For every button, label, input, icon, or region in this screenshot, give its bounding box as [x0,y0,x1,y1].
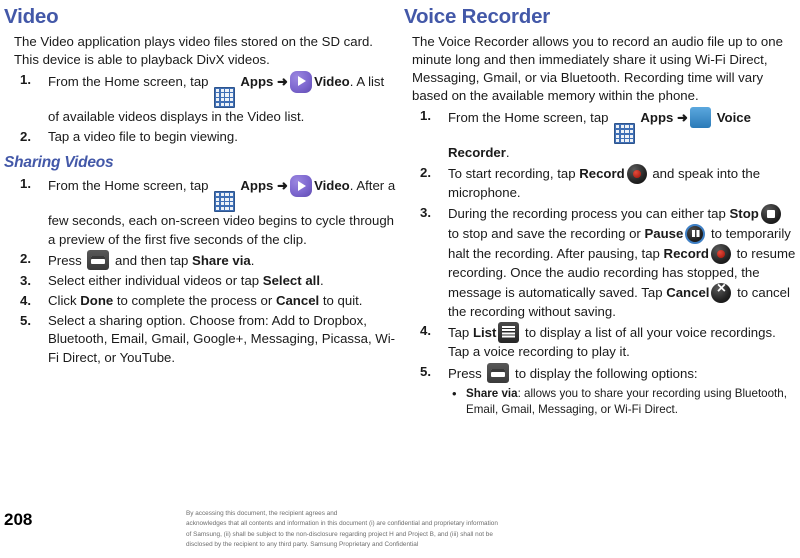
step-item: 3. Select either individual videos or tap… [4,272,396,291]
menu-icon [487,362,510,383]
step-number: 3. [20,273,31,289]
left-column: Video The Video application plays video … [4,0,396,369]
apps-icon [614,123,636,145]
step-item: 5. Press to display the following options… [404,362,796,418]
page-footer: 208 By accessing this document, the reci… [0,506,800,558]
legal-line: acknowledges that all contents and infor… [186,520,498,528]
step-number: 2. [420,165,431,181]
step-number: 1. [20,176,31,192]
step-number: 4. [20,292,31,308]
emphasis-text: Video [314,73,350,89]
emphasis-text: Share via [192,253,251,269]
step-text: Press and then tap Share via. [48,250,254,271]
voice-recorder-steps-list: 1. From the Home screen, tap Apps ➜ Voice… [404,107,796,418]
video-icon [290,175,313,198]
step-item: 1. From the Home screen, tap Apps ➜ Video.… [4,70,396,127]
step-text: Tap a video file to begin viewing. [48,128,238,144]
record-icon [626,164,647,185]
bullet-text: Share via: allows you to share your reco… [466,386,787,416]
cancel-icon [711,279,732,303]
right-column: Voice Recorder The Voice Recorder allows… [404,0,796,419]
step-text: Click Done to complete the process or Ca… [48,292,363,308]
step-number: 3. [420,204,431,220]
emphasis-text: Record [579,166,625,182]
step-item: 5. Select a sharing option. Choose from: … [4,312,396,368]
emphasis-text: Pause [644,225,684,241]
emphasis-text: Cancel [666,284,710,300]
voice-recorder-title: Voice Recorder [404,5,551,28]
step-text: Select either individual videos or tap S… [48,273,324,289]
step-item: 3. During the recording process you can e… [404,203,796,321]
step-text: From the Home screen, tap Apps ➜ Video. A… [48,175,395,247]
stop-icon [760,203,781,224]
step-text: To start recording, tap Record and speak… [448,164,761,201]
voice-recorder-intro-paragraph: The Voice Recorder allows you to record … [412,33,783,104]
step-text: From the Home screen, tap Apps ➜ Voice R… [448,107,751,160]
legal-disclaimer: By accessing this document, the recipien… [186,509,786,551]
step-item: 2. Press and then tap Share via. [4,250,396,271]
step-item: 2. Tap a video file to begin viewing. [4,128,396,147]
menu-icon [87,250,110,271]
video-steps-list: 1. From the Home screen, tap Apps ➜ Video.… [4,70,396,147]
emphasis-text: Share via [466,386,518,400]
step-number: 4. [420,323,431,339]
legal-line: By accessing this document, the recipien… [186,510,338,517]
step-item: 4. Click Done to complete the process or … [4,292,396,311]
step-number: 2. [20,251,31,267]
page-number: 208 [4,510,33,529]
video-icon [290,70,313,93]
emphasis-text: Record [663,245,709,261]
step-item: 1. From the Home screen, tap Apps ➜ Voice… [404,107,796,163]
step-item: 4. Tap List to display a list of all your… [404,322,796,362]
emphasis-text: Apps [237,73,277,89]
step-number: 5. [20,312,31,328]
record-icon [710,243,731,264]
step-number: 5. [420,363,431,379]
emphasis-text: Apps [237,178,277,194]
step-item: 1. From the Home screen, tap Apps ➜ Video.… [4,175,396,249]
emphasis-text: Stop [729,205,759,221]
pause-icon [685,223,706,244]
video-intro-paragraph: The Video application plays video files … [14,33,373,67]
emphasis-text: Done [80,292,114,308]
step-text: From the Home screen, tap Apps ➜ Video. A… [48,70,384,124]
options-bullet-list: • Share via: allows you to share your rec… [448,386,796,418]
legal-line: of Samsung, (ii) shall be subject to the… [186,530,493,538]
apps-icon [214,191,236,213]
list-icon [498,322,520,344]
bullet-item: • Share via: allows you to share your rec… [448,386,796,418]
step-text: During the recording process you can eit… [448,203,795,319]
step-text: Select a sharing option. Choose from: Ad… [48,312,396,366]
arrow-icon: ➜ [277,178,289,194]
step-number: 1. [420,108,431,124]
step-text: Tap List to display a list of all your v… [448,322,776,359]
apps-icon [214,86,236,108]
step-text: Press to display the following options: [448,362,698,383]
step-number: 2. [20,128,31,144]
legal-line: disclosed by the recipient to any third … [186,541,419,549]
step-number: 1. [20,71,31,87]
manual-page: Video The Video application plays video … [0,0,800,558]
emphasis-text: List [472,325,497,341]
emphasis-text: Cancel [275,292,320,308]
bullet-dot-icon: • [452,385,457,401]
emphasis-text: Apps [637,110,677,126]
arrow-icon: ➜ [677,110,689,126]
voice-recorder-icon [690,107,712,129]
step-item: 2. To start recording, tap Record and spe… [404,164,796,203]
arrow-icon: ➜ [277,73,289,89]
emphasis-text: Select all [262,273,320,289]
page-title: Video [4,5,59,28]
subsection-title-sharing-videos: Sharing Videos [4,154,114,172]
sharing-videos-steps-list: 1. From the Home screen, tap Apps ➜ Video.… [4,175,396,368]
emphasis-text: Video [314,178,350,194]
